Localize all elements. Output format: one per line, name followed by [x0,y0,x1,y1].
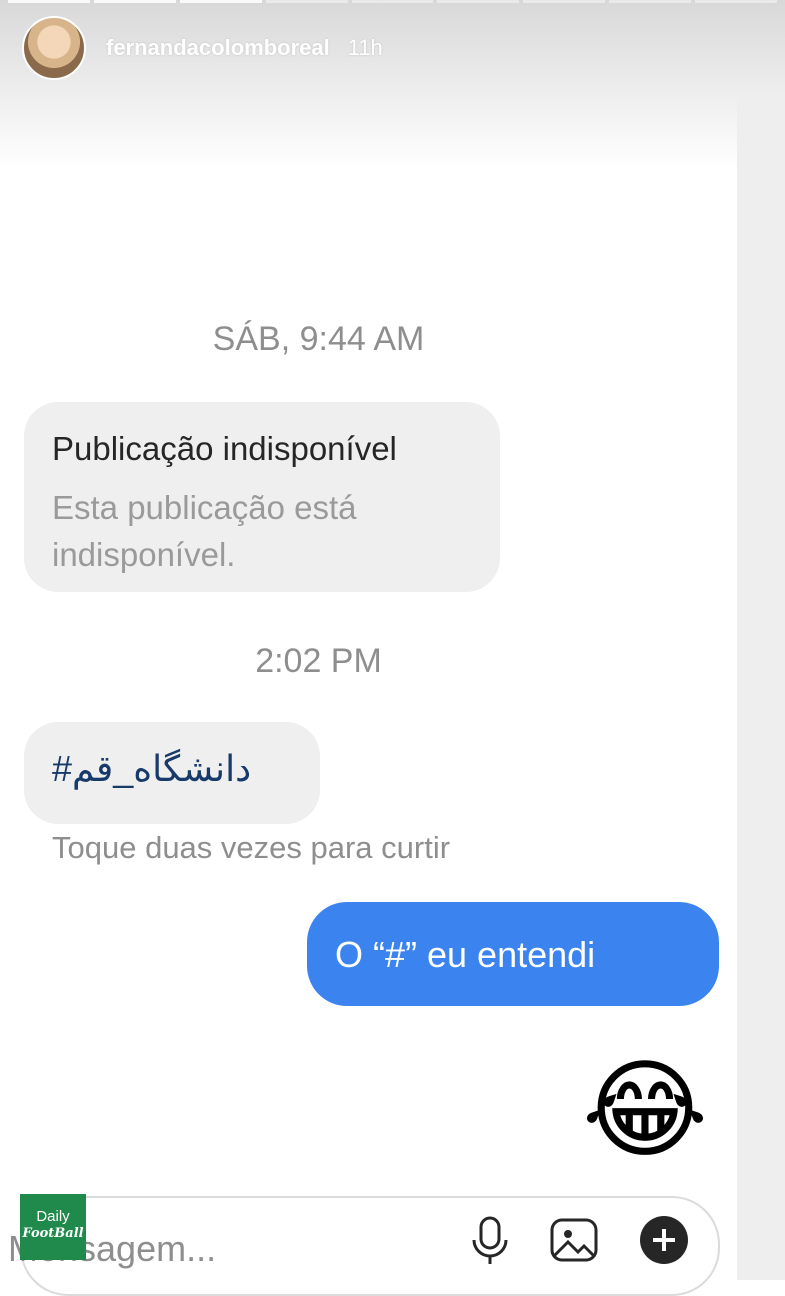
progress-segment [179,0,262,3]
progress-segment [351,0,434,3]
avatar[interactable] [22,16,86,80]
progress-segment [265,0,348,3]
chat-timestamp: SÁB, 9:44 AM [212,320,425,358]
chat-timestamp: 2:02 PM [255,642,382,680]
laughing-emoji[interactable]: 😂 [580,1045,710,1175]
double-tap-hint: Toque duas vezes para curtir [52,830,451,865]
sent-message-text: O “#” eu entendi [335,934,596,975]
progress-segment [695,0,778,3]
watermark-line1: Daily [36,1208,70,1225]
unavailable-post-title: Publicação indisponível [52,430,397,467]
image-icon[interactable] [546,1212,602,1268]
progress-segment [93,0,176,3]
progress-segment [523,0,606,3]
progress-segment [437,0,520,3]
story-header: fernandacolomboreal 11h [22,16,383,80]
progress-segment [8,0,90,3]
progress-segment [609,0,692,3]
unavailable-post-subtitle: Esta publicação está indisponível. [52,489,357,573]
story-progress-bar [8,0,778,3]
story-time: 11h [347,35,383,60]
watermark-logo: Daily FootBall [20,1194,86,1260]
add-icon[interactable] [636,1212,692,1268]
watermark-line2: FootBall [22,1226,84,1241]
sent-message-bubble[interactable]: O “#” eu entendi [307,902,719,1006]
microphone-icon[interactable] [462,1212,518,1268]
hashtag-link[interactable]: #دانشگاه_قم [52,748,251,790]
unavailable-post-bubble[interactable]: Publicação indisponível Esta publicação … [24,402,500,592]
right-edge-strip [737,0,785,1280]
story-username[interactable]: fernandacolomboreal [106,35,330,61]
received-message-bubble[interactable]: #دانشگاه_قم [24,722,320,824]
